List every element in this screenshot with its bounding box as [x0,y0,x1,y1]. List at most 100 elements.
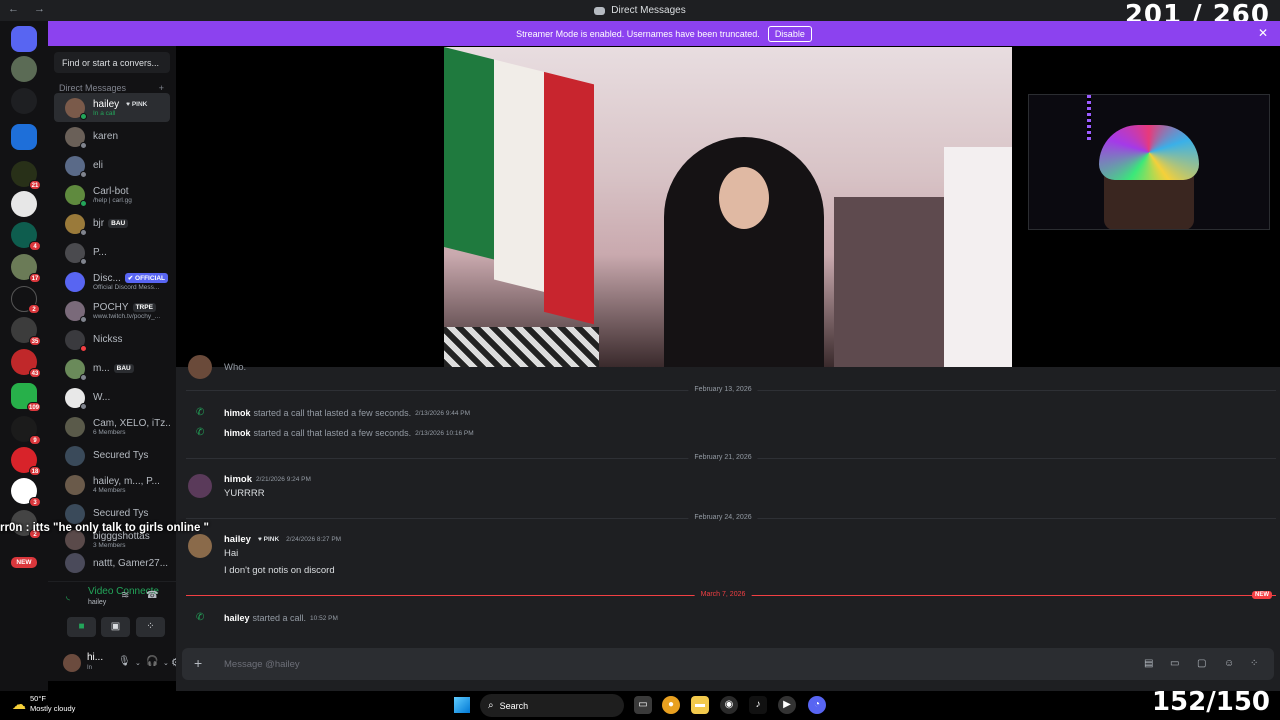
message-composer[interactable]: + Message @hailey ▤ ▭ ▢ ☺ ⁘ [182,648,1274,680]
attach-plus-icon[interactable]: + [194,655,202,671]
dm-sub: www.twitch.tv/pochy_... [93,312,161,320]
dm-item[interactable]: m... BAU [54,354,170,383]
dm-item[interactable]: POCHY TRPE www.twitch.tv/pochy_... [54,296,170,325]
taskbar-search[interactable]: ⌕ Search [480,694,624,717]
dm-item[interactable]: bjr BAU [54,209,170,238]
new-servers-pill[interactable]: NEW [11,557,37,568]
dm-item[interactable]: hailey, m..., P... 4 Members [54,470,170,499]
role-tag: BAU [113,364,134,373]
video-feed-main[interactable] [444,47,1012,367]
blanket [444,327,599,367]
disconnect-icon[interactable]: ☎ [146,590,158,601]
dm-item[interactable]: Disc... ✔ OFFICIAL Official Discord Mess..… [54,267,170,296]
gift-icon[interactable]: ▤ [1144,658,1153,669]
server-icon[interactable] [11,124,37,150]
server-icon[interactable]: 17 [11,254,41,283]
apps-icon[interactable]: ⁘ [1250,658,1258,669]
server-icon[interactable]: 9 [11,416,41,445]
dm-item[interactable]: Nickss [54,325,170,354]
add-dm-icon[interactable]: + [159,83,164,93]
dm-sub: In a call [93,109,116,117]
server-icon[interactable] [11,191,37,217]
close-icon[interactable]: ✕ [1258,26,1268,40]
task-view-icon[interactable]: ▭ [634,696,652,714]
dm-item[interactable]: Cam, XELO, iTz... 6 Members [54,412,170,441]
windows-start-icon[interactable] [454,697,470,713]
dm-item[interactable]: P... [54,238,170,267]
overlay-counter-bottom: 152/150 [1151,687,1270,717]
chrome-icon[interactable]: ● [662,696,680,714]
message-input[interactable]: Message @hailey [224,659,300,670]
search-input[interactable]: Find or start a convers... [54,52,170,73]
dm-item[interactable]: W... [54,383,170,412]
server-icon[interactable] [11,56,37,82]
server-icon[interactable]: 18 [11,447,41,476]
message-text: I don't got notis on discord [224,565,335,576]
dm-item[interactable]: eli [54,151,170,180]
emoji-icon[interactable]: ☺ [1224,658,1234,669]
chevron-down-icon[interactable]: ⌄ [163,659,169,667]
dm-item[interactable]: Carl-bot/help | carl.gg [54,180,170,209]
dm-name: hailey [93,98,120,110]
author-name[interactable]: himok [224,474,252,485]
media-player-icon[interactable]: ▶ [778,696,796,714]
dm-item[interactable]: hailey ♥ PINK In a call [54,93,170,122]
mic-icon[interactable]: 🎙 [118,656,131,667]
status-dot [80,228,87,236]
avatar [65,271,85,292]
screen-share-button[interactable]: ▣ [101,617,130,637]
dm-item[interactable]: karen [54,122,170,151]
server-icon[interactable]: 21 [11,161,41,190]
server-icon[interactable]: 2 [11,286,40,314]
gif-icon[interactable]: ▭ [1170,658,1179,669]
call-user[interactable]: hailey [224,613,250,623]
server-icon[interactable]: 43 [11,349,41,378]
phone-icon: ✆ [196,407,205,418]
message-text: YURRRR [224,488,265,499]
sticker-icon[interactable]: ▢ [1197,658,1206,669]
server-icon[interactable] [11,88,37,114]
voice-channel[interactable]: hailey [88,599,106,606]
dm-item[interactable]: Secured Tys [54,441,170,470]
activities-button[interactable]: ⁘ [136,617,165,637]
headphones-icon[interactable]: 🎧 [146,656,158,667]
timestamp: 2/24/2026 8:27 PM [286,536,342,543]
avatar [65,126,87,149]
file-explorer-icon[interactable]: ▬ [691,696,709,714]
avatar[interactable] [63,654,81,672]
group-avatar [65,445,85,466]
camera-button[interactable]: ■ [67,617,96,637]
avatar[interactable] [188,534,212,558]
group-avatar [65,474,85,495]
timestamp: 2/13/2026 10:16 PM [415,429,474,437]
server-icon[interactable]: 109 [11,383,41,412]
video-feed-self[interactable] [1028,94,1270,230]
server-icon[interactable]: 3 [11,478,41,507]
home-button[interactable] [11,26,37,52]
disable-button[interactable]: Disable [767,25,812,42]
user-name: hi... [87,652,104,663]
call-user[interactable]: himok [224,428,251,438]
tiktok-icon[interactable]: ♪ [749,696,767,714]
weather-widget[interactable]: ☁ 50°F Mostly cloudy [12,694,75,714]
author-name[interactable]: hailey [224,534,251,545]
discord-icon[interactable]: ◔ [808,696,826,714]
search-icon: ⌕ [488,700,494,711]
unread-badge: 21 [29,180,41,190]
nav-arrows[interactable]: ← → [8,3,51,15]
chevron-down-icon[interactable]: ⌄ [135,659,141,667]
chat-message: : itts "he only talk to girls online " [25,522,209,534]
dm-name: POCHY [93,301,129,313]
app-icon[interactable]: ◉ [720,696,738,714]
server-icon[interactable]: 4 [11,222,41,251]
avatar[interactable] [188,474,212,498]
call-user[interactable]: himok [224,408,251,418]
streamer-mode-banner: Streamer Mode is enabled. Usernames have… [48,21,1280,46]
server-rail: 21 4 17 2 35 43 109 9 18 3 2 NEW [0,21,48,691]
dm-name: Secured Tys [93,450,149,461]
message-list: Who. February 13, 2026 ✆ himok started a… [176,355,1280,647]
server-icon[interactable]: 35 [11,317,41,346]
cloud-sun-icon: ☁ [12,695,26,712]
noise-suppression-icon[interactable]: ≋ [121,590,129,601]
dm-item[interactable]: nattt, Gamer27... [54,552,170,574]
